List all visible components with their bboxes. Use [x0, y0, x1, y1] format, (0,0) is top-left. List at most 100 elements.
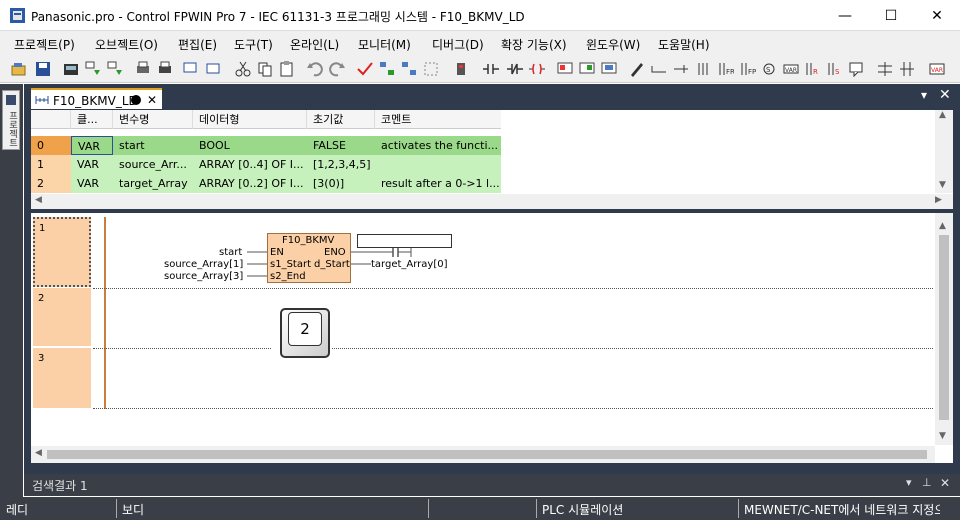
open-project-icon[interactable] [10, 60, 28, 78]
scroll-left-icon[interactable]: ◀ [35, 195, 42, 205]
doc-close-icon[interactable]: ✕ [939, 87, 951, 103]
hline-icon[interactable] [672, 60, 690, 78]
menu-help[interactable]: 도움말(H) [658, 36, 710, 53]
insert-row-icon[interactable] [876, 60, 894, 78]
function-block[interactable]: F10_BKMV EN ENO s1_Start d_Start s2_End [267, 233, 351, 283]
row-class[interactable]: VAR [71, 136, 113, 155]
row-type[interactable]: ARRAY [0..2] OF I... [193, 174, 307, 193]
fb2-icon[interactable]: FP [738, 60, 756, 78]
var2-icon[interactable]: VAR [928, 60, 946, 78]
scroll-up-icon[interactable]: ▲ [939, 221, 946, 231]
contact-nc-icon[interactable] [506, 60, 524, 78]
tab-close-icon[interactable]: ✕ [147, 93, 157, 107]
input-s1-var[interactable]: source_Array[1] [164, 259, 243, 270]
pen-icon[interactable] [628, 60, 646, 78]
monitor2-icon[interactable] [578, 60, 596, 78]
row-name[interactable]: source_Arr... [113, 155, 193, 174]
input-s2-var[interactable]: source_Array[3] [164, 271, 243, 282]
menu-project[interactable]: 프로젝트(P) [14, 36, 75, 53]
fb5-icon[interactable]: S [826, 60, 844, 78]
table-row[interactable]: 1 VAR source_Arr... ARRAY [0..4] OF I...… [31, 155, 501, 174]
close-button[interactable]: ✕ [914, 0, 960, 31]
row-name[interactable]: target_Array [113, 174, 193, 193]
header-name[interactable]: 변수명 [113, 110, 193, 129]
search-results-panel[interactable]: 검색결과 1 ▾ ⊥ ✕ [24, 474, 960, 496]
panel-dropdown-icon[interactable]: ▾ [906, 476, 912, 489]
menu-tools[interactable]: 도구(T) [234, 36, 273, 53]
comment-input[interactable] [357, 234, 452, 248]
input-en-var[interactable]: start [219, 247, 242, 258]
rebuild-icon[interactable] [106, 60, 124, 78]
scroll-up-icon[interactable]: ▲ [939, 110, 946, 120]
scroll-down-icon[interactable]: ▼ [939, 180, 946, 190]
network-number[interactable]: 2 [33, 288, 91, 346]
ladder-scrollbar-horizontal[interactable]: ◀ [31, 446, 935, 463]
comment3-icon[interactable] [848, 60, 866, 78]
row-type[interactable]: BOOL [193, 136, 307, 155]
scroll-left-icon[interactable]: ◀ [35, 448, 42, 458]
copy-icon[interactable] [256, 60, 274, 78]
row-init[interactable]: [3(0)] [307, 174, 375, 193]
header-init[interactable]: 초기값 [307, 110, 375, 129]
network-number[interactable]: 3 [33, 348, 91, 408]
row-type[interactable]: ARRAY [0..4] OF I... [193, 155, 307, 174]
grid-icon[interactable] [422, 60, 440, 78]
menu-edit[interactable]: 편집(E) [178, 36, 217, 53]
row-comment[interactable]: result after a 0->1 l... [375, 174, 501, 193]
row-init[interactable]: [1,2,3,4,5] [307, 155, 375, 174]
fb4-icon[interactable]: R [804, 60, 822, 78]
fb3-icon[interactable]: S [760, 60, 778, 78]
maximize-button[interactable]: ☐ [868, 0, 914, 31]
row-class[interactable]: VAR [71, 174, 113, 193]
menu-object[interactable]: 오브젝트(O) [95, 36, 158, 53]
scroll-thumb[interactable] [939, 235, 949, 420]
print-preview-icon[interactable] [134, 60, 152, 78]
network-icon[interactable] [378, 60, 396, 78]
save-icon[interactable] [34, 60, 52, 78]
var-scrollbar-vertical[interactable]: ▲ ▼ [935, 110, 953, 193]
comment2-icon[interactable] [204, 60, 222, 78]
plc-icon[interactable] [452, 60, 470, 78]
ladder-scrollbar-vertical[interactable]: ▲ ▼ [935, 213, 953, 445]
table-row[interactable]: 2 VAR target_Array ARRAY [0..2] OF I... … [31, 174, 501, 193]
header-class[interactable]: 클... [71, 110, 113, 129]
print-icon[interactable] [156, 60, 174, 78]
redo-icon[interactable] [328, 60, 346, 78]
header-type[interactable]: 데이터형 [193, 110, 307, 129]
row-class[interactable]: VAR [71, 155, 113, 174]
project-tab[interactable]: 프로젝트 [2, 90, 20, 150]
panel-close-icon[interactable]: ✕ [940, 476, 950, 490]
scroll-down-icon[interactable]: ▼ [939, 431, 946, 441]
paste-icon[interactable] [278, 60, 296, 78]
line-icon[interactable] [650, 60, 668, 78]
vline-icon[interactable] [694, 60, 712, 78]
menu-window[interactable]: 윈도우(W) [586, 36, 640, 53]
row-name[interactable]: start [113, 136, 193, 155]
menu-online[interactable]: 온라인(L) [290, 36, 339, 53]
undo-icon[interactable] [306, 60, 324, 78]
monitor3-icon[interactable] [600, 60, 618, 78]
tab-dropdown-icon[interactable]: ▾ [921, 88, 927, 102]
monitor-icon[interactable] [556, 60, 574, 78]
fb-icon[interactable]: FR [716, 60, 734, 78]
pin-icon[interactable]: ⊥ [922, 476, 932, 489]
minimize-button[interactable]: — [822, 0, 868, 31]
var-scrollbar-horizontal[interactable]: ◀ ▶ [31, 194, 953, 209]
build-icon[interactable] [84, 60, 102, 78]
compile-icon[interactable] [62, 60, 80, 78]
menu-extensions[interactable]: 확장 기능(X) [501, 36, 567, 53]
contact-icon[interactable] [482, 60, 500, 78]
scroll-right-icon[interactable]: ▶ [935, 195, 942, 205]
row-init[interactable]: FALSE [307, 136, 375, 155]
cut-icon[interactable] [234, 60, 252, 78]
coil-icon[interactable] [528, 60, 546, 78]
menu-debug[interactable]: 디버그(D) [432, 36, 484, 53]
menu-monitor[interactable]: 모니터(M) [358, 36, 411, 53]
table-row[interactable]: 0 VAR start BOOL FALSE activates the fun… [31, 136, 501, 155]
insert-col-icon[interactable] [898, 60, 916, 78]
output-d-var[interactable]: target_Array[0] [371, 259, 448, 270]
row-comment[interactable]: activates the functi... [375, 136, 501, 155]
network-number[interactable]: 1 [33, 217, 91, 287]
comment-icon[interactable] [182, 60, 200, 78]
check-icon[interactable] [356, 60, 374, 78]
